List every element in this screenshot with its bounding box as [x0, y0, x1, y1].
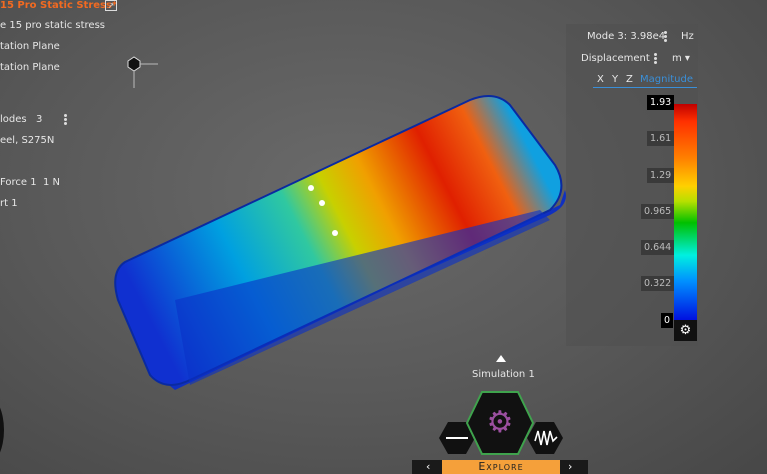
open-external-icon[interactable]: ↗ — [105, 0, 117, 11]
next-arrow-icon[interactable]: › — [568, 460, 572, 473]
legend-label: 0.322 — [641, 276, 675, 291]
study-name: e 15 pro static stress — [0, 20, 105, 31]
legend-label: 1.61 — [647, 131, 675, 146]
explore-button[interactable]: Explore — [442, 460, 560, 474]
mode-menu-icon[interactable] — [664, 31, 667, 43]
view-cube-icon — [127, 56, 158, 88]
legend-label: 0 — [661, 313, 674, 328]
tree-item-force[interactable]: Force 1 — [0, 177, 37, 188]
modes-menu-icon[interactable] — [64, 114, 67, 126]
tab-magnitude[interactable]: Magnitude — [640, 74, 693, 85]
tree-item-part[interactable]: rt 1 — [0, 198, 18, 209]
tab-y[interactable]: Y — [612, 74, 618, 85]
color-scale-bar — [674, 104, 697, 320]
simulation-label[interactable]: Simulation 1 — [472, 369, 535, 380]
legend-label: 0.644 — [641, 240, 675, 255]
component-tabs: X Y Z Magnitude — [593, 74, 697, 88]
study-title: 15 Pro Static Stress* — [0, 0, 118, 11]
legend-settings-gear-icon[interactable]: ⚙ — [674, 320, 697, 341]
tree-item-modes[interactable]: lodes — [0, 114, 27, 125]
prev-arrow-icon[interactable]: ‹ — [426, 460, 430, 473]
unit-dropdown[interactable]: m ▾ — [672, 53, 690, 64]
legend-label: 0.965 — [641, 204, 675, 219]
legend-label: 1.29 — [647, 168, 675, 183]
result-type-selector[interactable]: Displacement — [581, 53, 650, 64]
explore-bar: ‹ Explore › — [412, 460, 588, 474]
result-menu-icon[interactable] — [654, 53, 657, 65]
expand-up-icon[interactable] — [496, 355, 506, 362]
tree-item-plane-1[interactable]: tation Plane — [0, 41, 60, 52]
legend-label: 1.93 — [647, 95, 675, 110]
modes-value: 3 — [36, 114, 43, 125]
freq-unit: Hz — [681, 31, 694, 42]
tab-z[interactable]: Z — [626, 74, 633, 85]
unit-value: m — [672, 53, 682, 64]
tab-x[interactable]: X — [597, 74, 604, 85]
force-value: 1 N — [43, 177, 61, 188]
tree-item-material[interactable]: eel, S275N — [0, 135, 54, 146]
tree-item-plane-2[interactable]: tation Plane — [0, 62, 60, 73]
gear-icon: ⚙ — [487, 405, 514, 440]
mode-selector[interactable]: Mode 3: 3.98e4 — [587, 31, 665, 42]
